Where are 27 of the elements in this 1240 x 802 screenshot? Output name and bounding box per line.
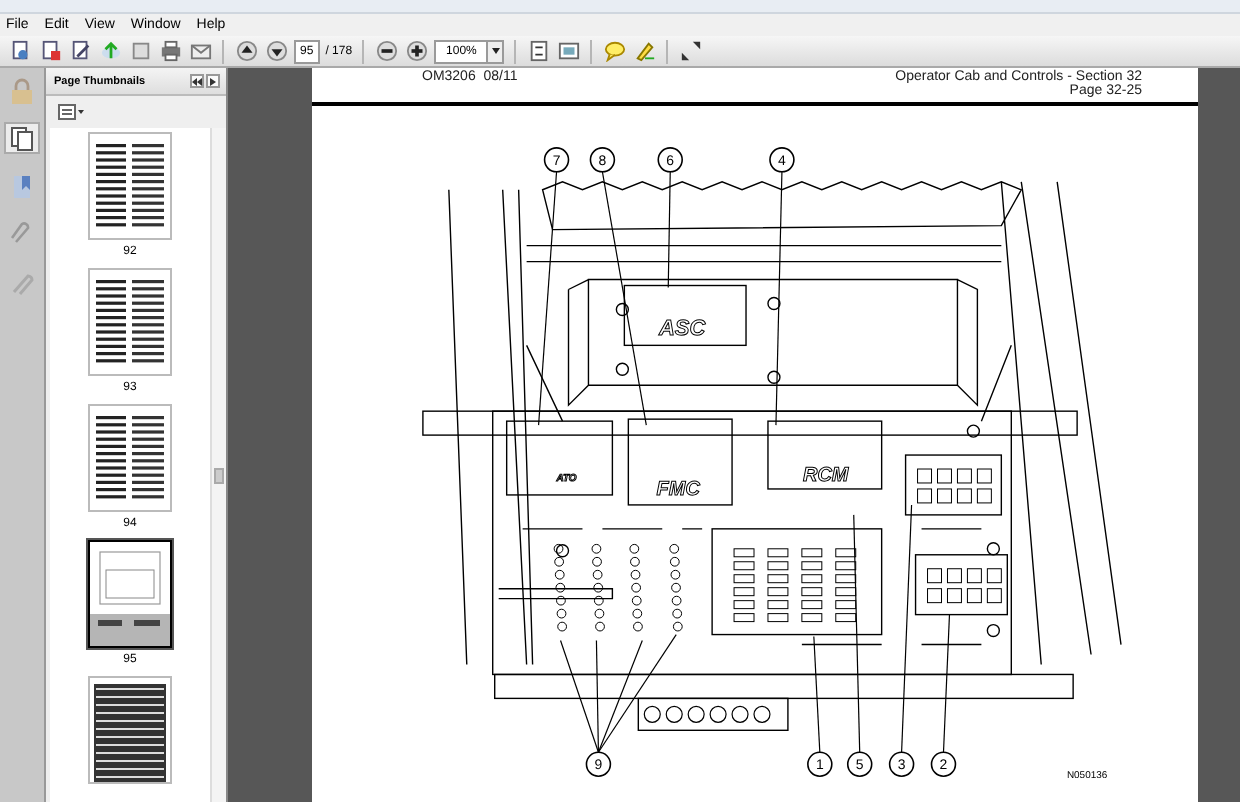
comment-icon[interactable] <box>602 39 627 63</box>
down-arrow-icon[interactable] <box>264 39 288 63</box>
leader-line <box>813 635 821 753</box>
edit-icon[interactable] <box>68 39 92 63</box>
panel-label: RCM <box>803 464 849 487</box>
fullscreen-icon[interactable] <box>678 39 703 63</box>
zoom-in-icon[interactable] <box>404 39 429 63</box>
document-icon[interactable] <box>38 39 62 63</box>
leader-line <box>667 171 671 288</box>
pages-icon[interactable] <box>4 122 40 154</box>
leader-line <box>942 613 951 753</box>
sign-icon[interactable] <box>632 39 657 63</box>
scrollbar[interactable] <box>210 128 226 802</box>
expand-icon[interactable] <box>206 74 220 88</box>
zoom-out-icon[interactable] <box>374 39 399 63</box>
collapse-icon[interactable] <box>190 74 204 88</box>
caret-icon <box>491 48 500 54</box>
options-icon[interactable] <box>58 104 86 120</box>
panel-label: FMC <box>656 478 700 501</box>
email-icon[interactable] <box>188 39 212 63</box>
print-icon[interactable] <box>158 39 182 63</box>
save-icon[interactable] <box>128 39 152 63</box>
up-arrow-icon[interactable] <box>234 39 258 63</box>
fit-width-icon[interactable] <box>556 39 581 63</box>
fit-page-icon[interactable] <box>526 39 551 63</box>
panel-label: ASC <box>659 317 706 342</box>
document-icon[interactable] <box>8 39 32 63</box>
